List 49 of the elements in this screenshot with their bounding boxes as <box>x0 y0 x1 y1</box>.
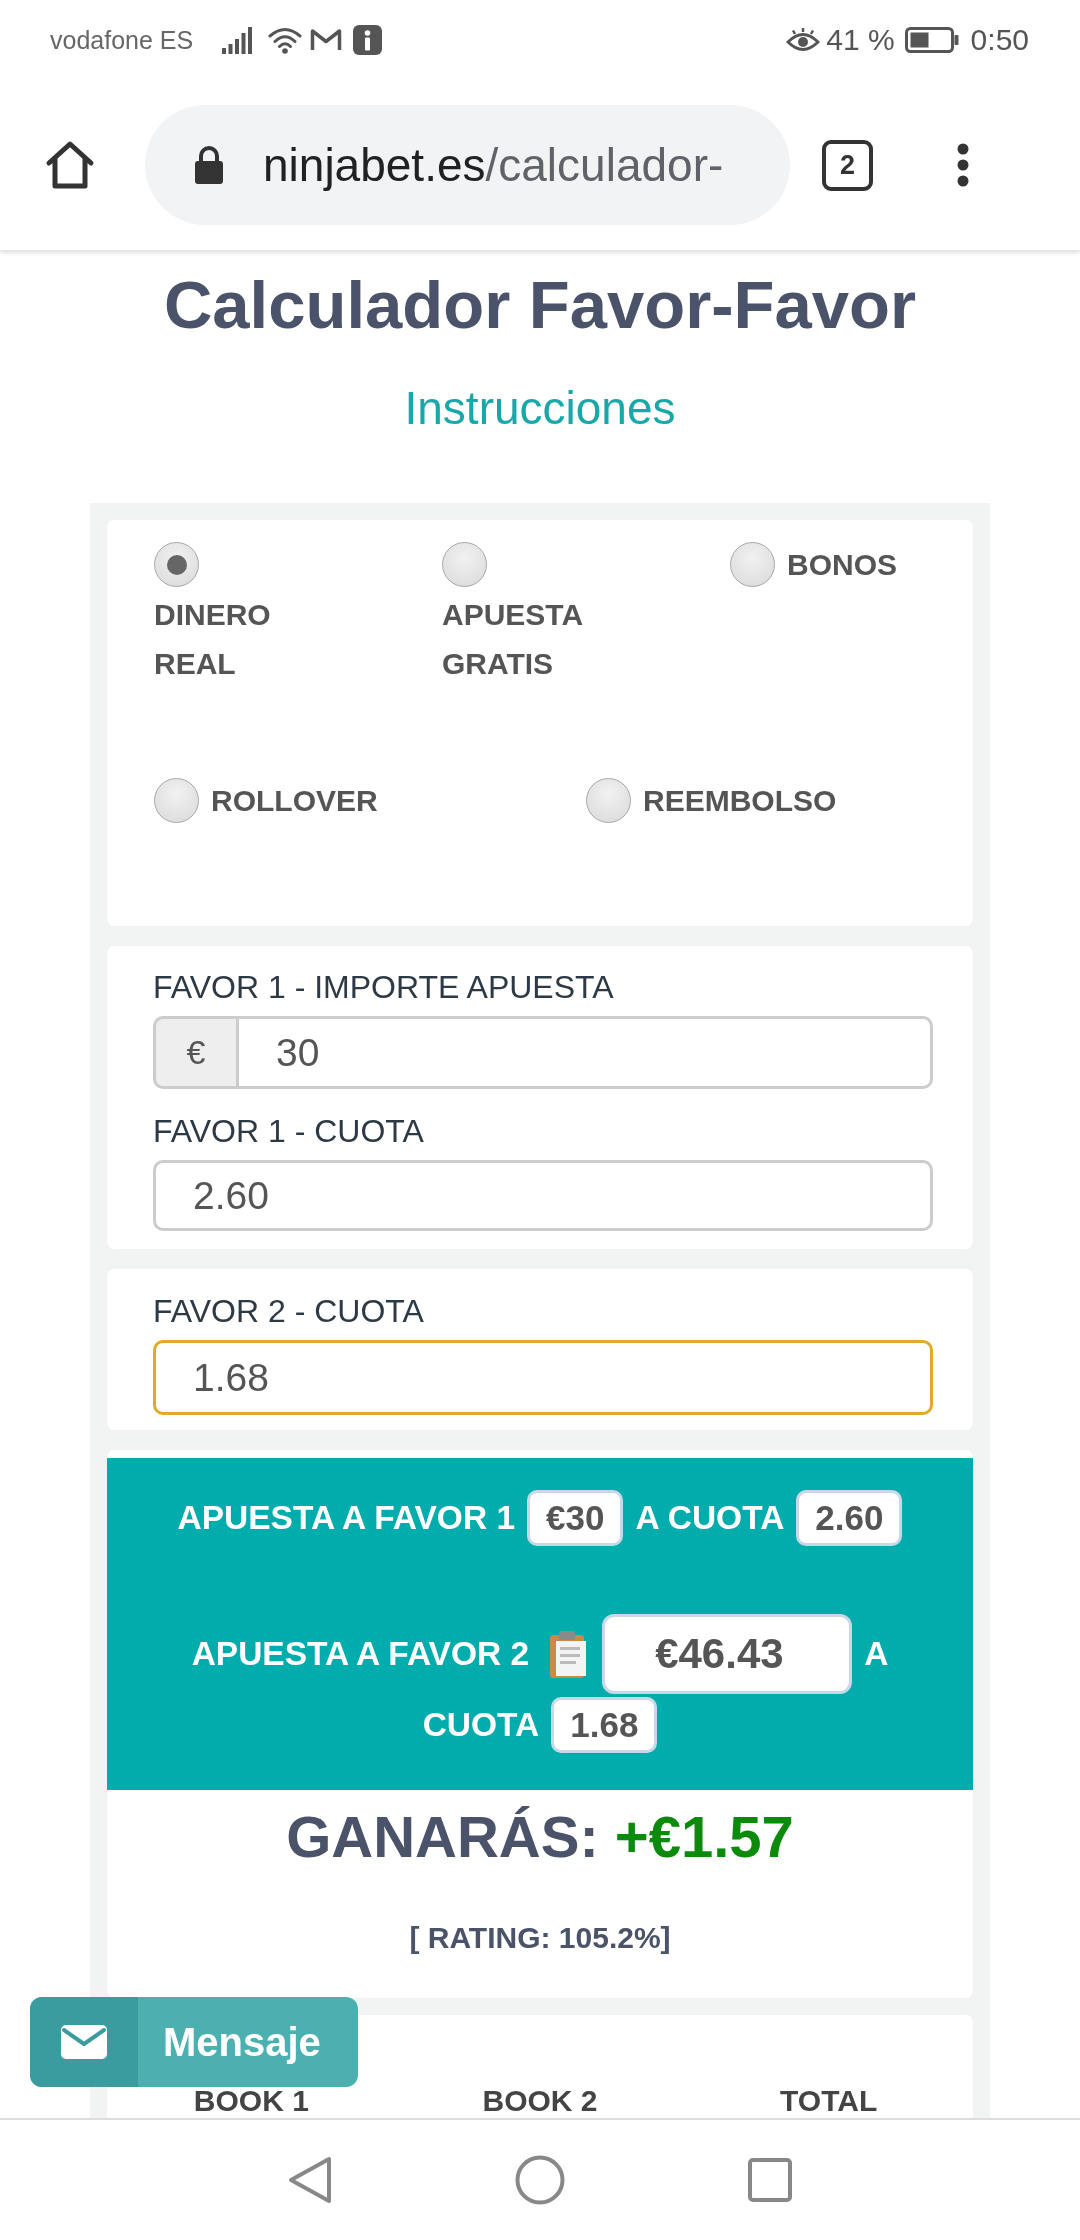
radio-button[interactable] <box>586 778 631 823</box>
bet-text: APUESTA A FAVOR 2 <box>191 1635 530 1673</box>
option-label[interactable]: APUESTA GRATIS <box>442 590 582 688</box>
address-bar[interactable]: ninjabet.es/calculador- <box>145 105 790 225</box>
info-icon <box>353 25 383 55</box>
menu-icon[interactable] <box>955 143 971 187</box>
stake-field[interactable]: €46.43 <box>602 1614 853 1694</box>
amount-input[interactable]: 30 <box>236 1016 933 1089</box>
wifi-icon <box>268 26 303 54</box>
radio-button[interactable] <box>442 542 487 587</box>
column-header: BOOK 2 <box>482 2085 598 2117</box>
eye-icon <box>786 27 821 53</box>
field-label: FAVOR 1 - CUOTA <box>153 1112 425 1151</box>
home-icon[interactable] <box>45 140 95 190</box>
tab-switcher-button[interactable]: 2 <box>822 139 873 191</box>
lock-icon <box>193 145 225 185</box>
recents-icon[interactable] <box>748 2158 792 2202</box>
value-badge: €30 <box>527 1490 624 1546</box>
option-label[interactable]: BONOS <box>787 542 897 587</box>
carrier-name: vodafone ES <box>50 25 194 55</box>
back-icon[interactable] <box>287 2155 333 2205</box>
page-title: Calculador Favor-Favor <box>163 266 917 344</box>
rating-text: [ RATING: 105.2%] <box>409 1920 671 1956</box>
odds-input[interactable]: 2.60 <box>153 1160 933 1231</box>
mail-icon <box>310 28 343 52</box>
radio-button[interactable] <box>154 778 199 823</box>
option-label[interactable]: REEMBOLSO <box>643 778 837 823</box>
bet-text: APUESTA A FAVOR 1 <box>177 1499 516 1537</box>
signal-icon <box>221 26 254 54</box>
bet-text: A <box>864 1635 889 1673</box>
battery-percent: 41 % <box>826 23 895 57</box>
column-header: BOOK 1 <box>193 2085 309 2117</box>
url-text: ninjabet.es/calculador- <box>263 138 724 192</box>
bet-text: CUOTA <box>422 1706 540 1744</box>
profit-text: GANARÁS: +€1.57 <box>286 1803 794 1871</box>
clock-time: 0:50 <box>970 23 1029 57</box>
option-label[interactable]: ROLLOVER <box>211 778 378 823</box>
value-badge: 1.68 <box>551 1697 658 1753</box>
value-badge: 2.60 <box>796 1490 903 1546</box>
column-header: TOTAL <box>780 2085 878 2117</box>
bet-text: A CUOTA <box>635 1499 785 1537</box>
option-label[interactable]: DINERO REAL <box>154 590 271 688</box>
field-label: FAVOR 2 - CUOTA <box>153 1292 425 1331</box>
radio-button[interactable] <box>730 542 775 587</box>
battery-icon <box>904 27 959 53</box>
field-label: FAVOR 1 - IMPORTE APUESTA <box>153 968 615 1007</box>
odds-input[interactable]: 1.68 <box>153 1340 933 1415</box>
radio-button[interactable] <box>154 542 199 587</box>
currency-addon: € <box>153 1016 236 1089</box>
